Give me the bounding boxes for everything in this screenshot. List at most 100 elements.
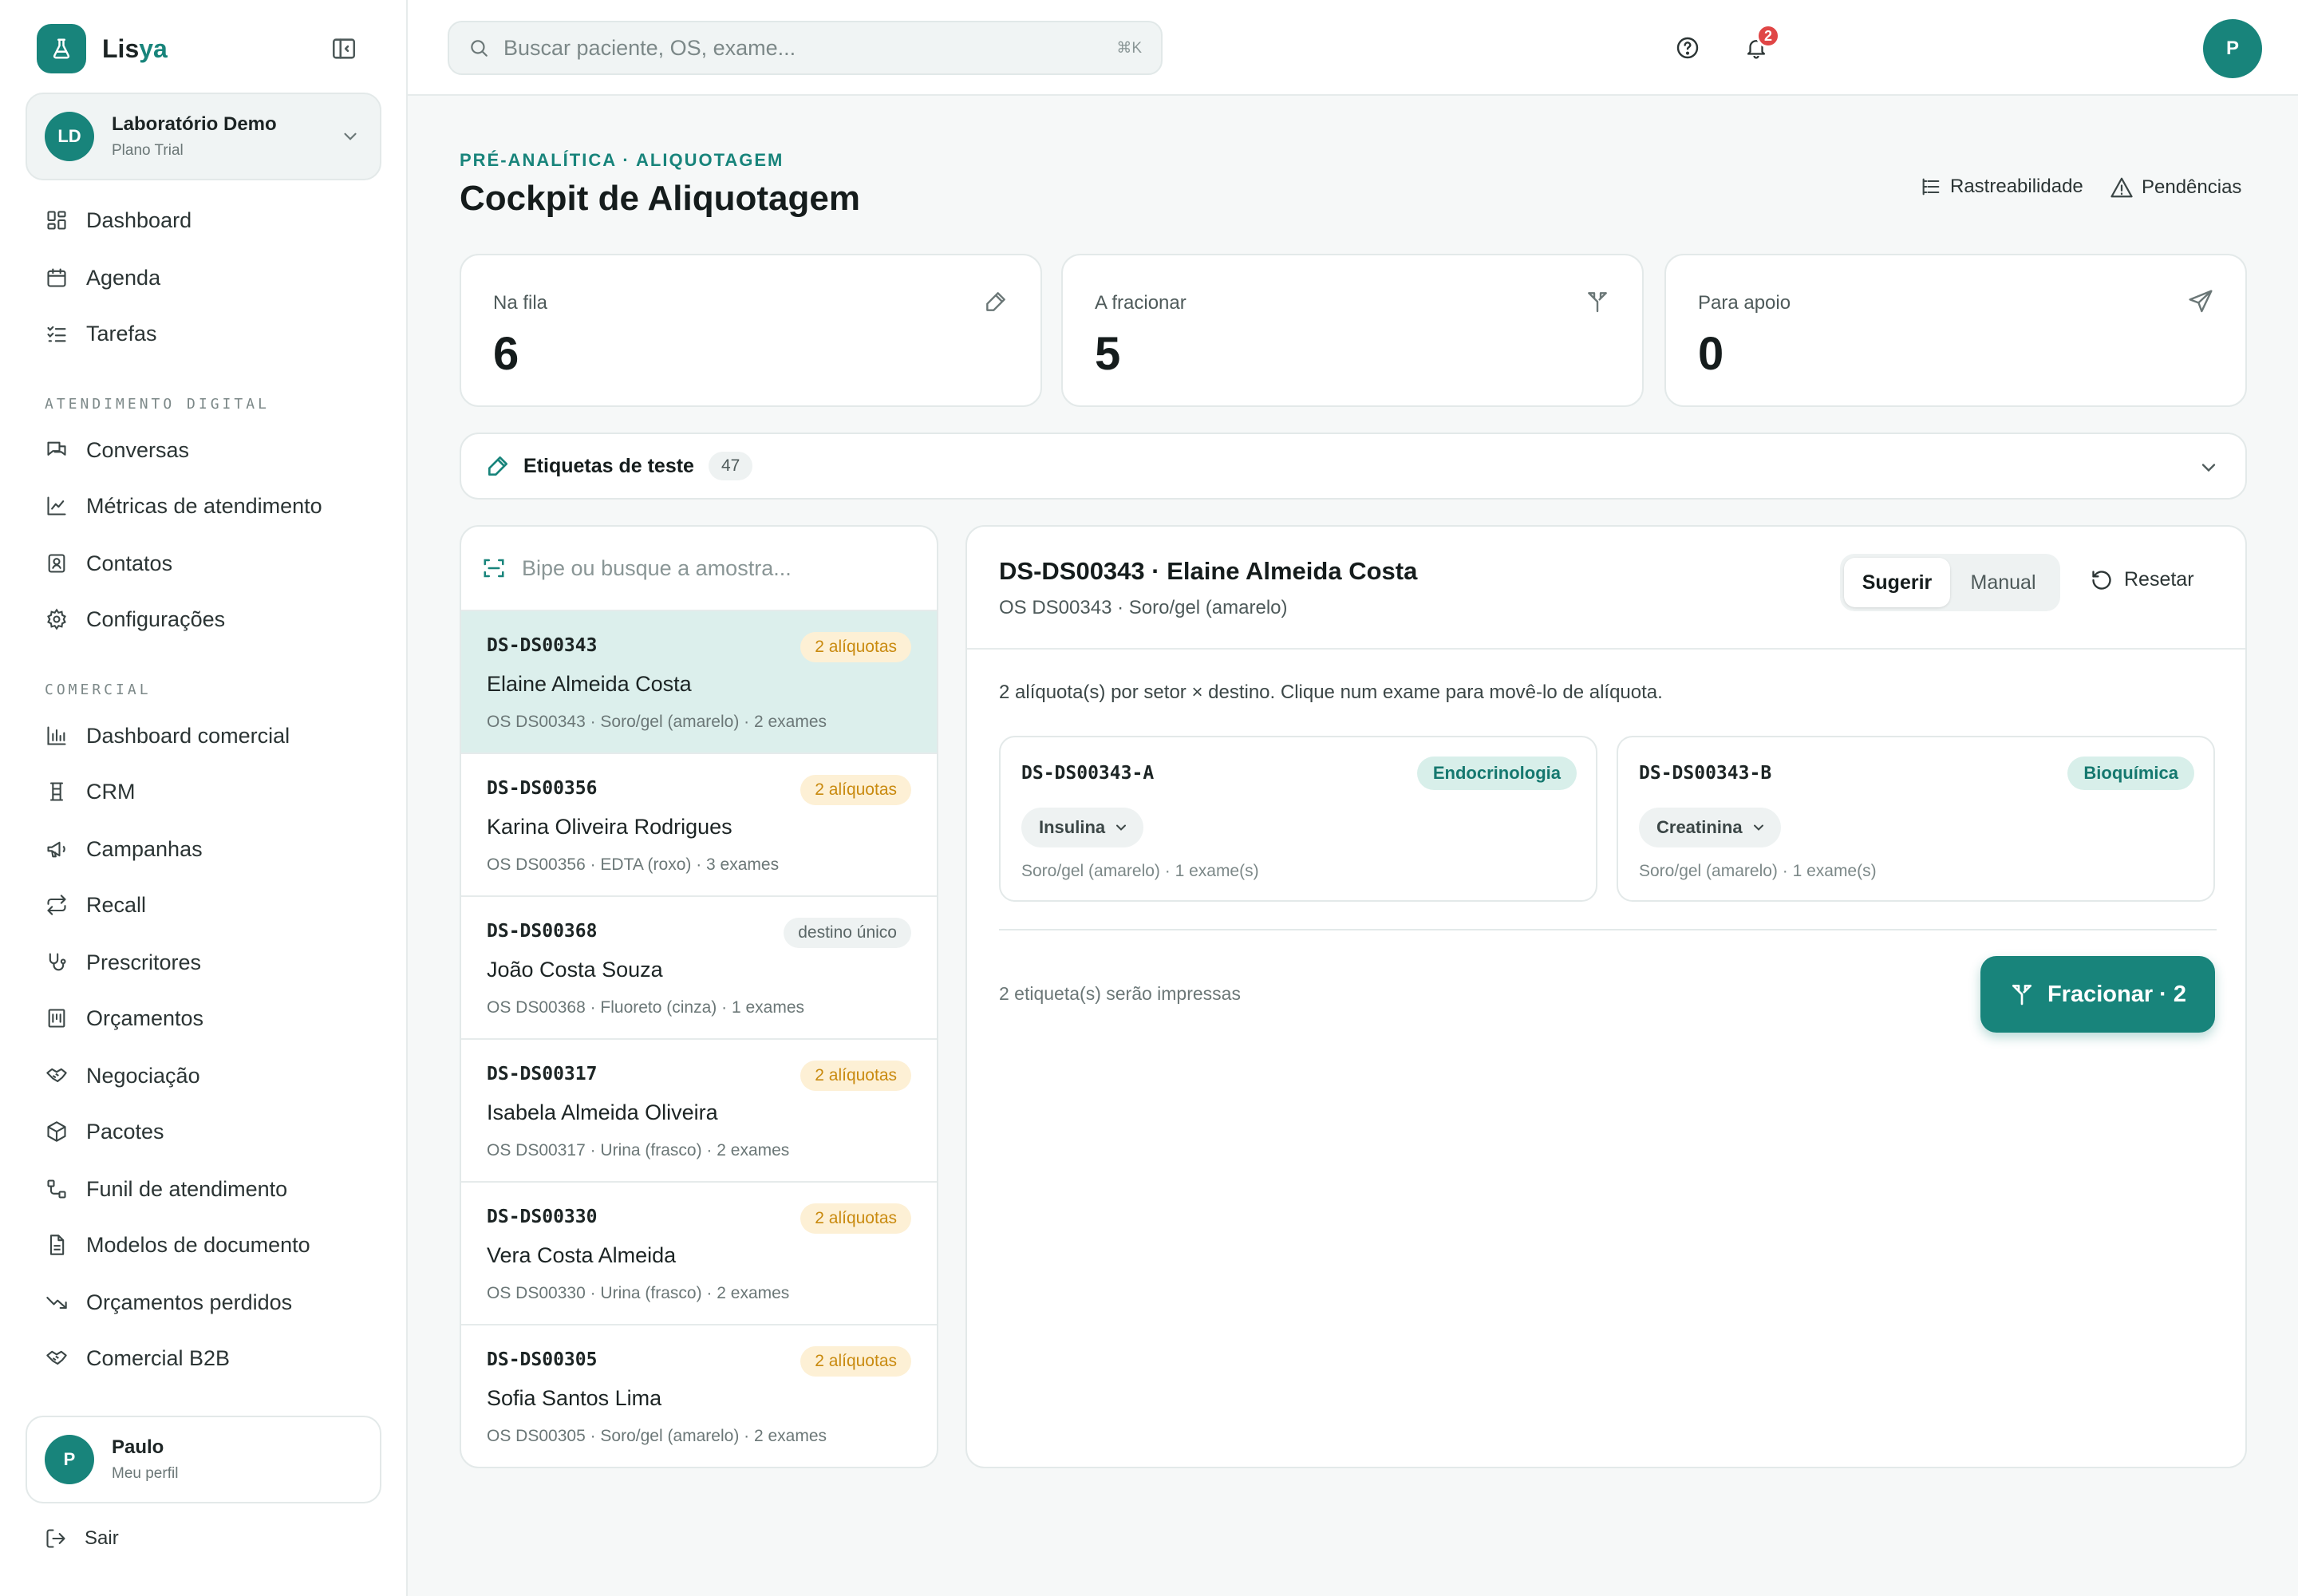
split-button[interactable]: Fracionar · 2 bbox=[1980, 956, 2215, 1033]
aliquot-code: DS-DS00343-A bbox=[1021, 763, 1155, 784]
nav-orcamentos[interactable]: Orçamentos bbox=[45, 1002, 203, 1034]
scan-icon bbox=[482, 556, 506, 580]
patient-name: Elaine Almeida Costa bbox=[487, 672, 692, 696]
collapse-sidebar-icon[interactable] bbox=[330, 35, 359, 64]
nav-section-digital: ATENDIMENTO DIGITAL bbox=[45, 396, 270, 413]
user-profile-card[interactable]: P Paulo Meu perfil bbox=[26, 1416, 381, 1503]
contacts-icon bbox=[45, 551, 69, 575]
aliquot-badge: 2 alíquotas bbox=[800, 1061, 911, 1091]
instruction-text: 2 alíquota(s) por setor × destino. Cliqu… bbox=[999, 681, 1663, 703]
nav-crm[interactable]: CRM bbox=[45, 776, 136, 808]
stat-card-support: Para apoio 0 bbox=[1664, 254, 2247, 407]
stat-value: 6 bbox=[493, 328, 519, 380]
user-name: Paulo bbox=[112, 1436, 164, 1458]
traceability-link[interactable]: Rastreabilidade bbox=[1920, 176, 2083, 198]
sample-list-item[interactable]: DS-DS00368 destino único João Costa Souza O… bbox=[461, 897, 937, 1040]
patient-name: Sofia Santos Lima bbox=[487, 1386, 662, 1410]
breadcrumb: PRÉ-ANALÍTICA · ALIQUOTAGEM bbox=[460, 150, 784, 170]
stat-label: Para apoio bbox=[1698, 292, 1791, 314]
aliquot-code: DS-DS00343-B bbox=[1639, 763, 1772, 784]
notification-badge: 2 bbox=[1756, 24, 1780, 48]
nav-agenda[interactable]: Agenda bbox=[45, 262, 160, 294]
sample-list-item[interactable]: DS-DS00317 2 alíquotas Isabela Almeida Oli… bbox=[461, 1040, 937, 1183]
nav-modelos-documento[interactable]: Modelos de documento bbox=[45, 1229, 310, 1261]
detail-header: DS-DS00343 · Elaine Almeida Costa OS DS0… bbox=[967, 527, 2245, 650]
sample-list-item[interactable]: DS-DS00305 2 alíquotas Sofia Santos Lima OS… bbox=[461, 1325, 937, 1467]
handshake-icon bbox=[45, 1346, 69, 1370]
crm-icon bbox=[45, 780, 69, 804]
pending-link[interactable]: Pendências bbox=[2110, 176, 2241, 200]
search-icon bbox=[468, 38, 489, 58]
sidebar: Lisya LD Laboratório Demo Plano Trial Da… bbox=[0, 0, 408, 1596]
nav-negociacao[interactable]: Negociação bbox=[45, 1060, 200, 1092]
test-labels-title: Etiquetas de teste bbox=[523, 454, 694, 477]
trend-down-icon bbox=[45, 1290, 69, 1314]
pipette-icon bbox=[485, 453, 511, 479]
avatar[interactable]: P bbox=[2203, 19, 2262, 78]
mode-suggest-button[interactable]: Sugerir bbox=[1844, 558, 1950, 607]
reset-button[interactable]: Resetar bbox=[2091, 568, 2194, 591]
bar-chart-icon bbox=[45, 724, 69, 748]
search-input[interactable] bbox=[503, 35, 1062, 61]
nav-metricas[interactable]: Métricas de atendimento bbox=[45, 490, 322, 522]
exam-chip[interactable]: Insulina bbox=[1021, 808, 1144, 847]
nav-pacotes[interactable]: Pacotes bbox=[45, 1116, 164, 1148]
nav-recall[interactable]: Recall bbox=[45, 889, 146, 921]
nav-funil[interactable]: Funil de atendimento bbox=[45, 1173, 287, 1205]
nav-campanhas[interactable]: Campanhas bbox=[45, 833, 203, 865]
org-avatar: LD bbox=[45, 112, 94, 161]
avatar: P bbox=[45, 1435, 94, 1484]
mode-manual-button[interactable]: Manual bbox=[1950, 558, 2056, 607]
sample-search[interactable] bbox=[461, 527, 937, 611]
nav-orcamentos-perdidos[interactable]: Orçamentos perdidos bbox=[45, 1286, 292, 1318]
help-icon[interactable] bbox=[1672, 32, 1704, 64]
aliquot-meta: Soro/gel (amarelo) · 1 exame(s) bbox=[1021, 862, 1259, 880]
sample-list-item[interactable]: DS-DS00343 2 alíquotas Elaine Almeida Cost… bbox=[461, 611, 937, 754]
test-labels-accordion[interactable]: Etiquetas de teste 47 bbox=[460, 433, 2247, 500]
package-icon bbox=[45, 1120, 69, 1144]
sample-list: DS-DS00343 2 alíquotas Elaine Almeida Cost… bbox=[461, 611, 937, 1467]
sample-search-input[interactable] bbox=[522, 555, 905, 581]
aliquot-badge: 2 alíquotas bbox=[800, 1346, 911, 1377]
patient-name: Vera Costa Almeida bbox=[487, 1243, 677, 1267]
test-labels-count: 47 bbox=[708, 452, 753, 480]
send-icon bbox=[2188, 289, 2213, 314]
aliquot-badge: 2 alíquotas bbox=[800, 632, 911, 662]
nav-conversas[interactable]: Conversas bbox=[45, 434, 189, 466]
repeat-icon bbox=[45, 893, 69, 917]
chat-icon bbox=[45, 438, 69, 462]
sample-queue: DS-DS003432 alíquotasElaine Almeida Cost… bbox=[460, 525, 938, 1468]
notifications-button[interactable]: 2 bbox=[1740, 24, 1780, 64]
nav-contatos[interactable]: Contatos bbox=[45, 547, 172, 579]
org-name: Laboratório Demo bbox=[112, 113, 277, 135]
user-profile-link: Meu perfil bbox=[112, 1465, 179, 1482]
stat-card-queue: Na fila 6 bbox=[460, 254, 1042, 407]
global-search[interactable]: ⌘K bbox=[448, 21, 1163, 75]
tasks-icon bbox=[45, 322, 69, 346]
handshake-icon bbox=[45, 1064, 69, 1088]
patient-name: Isabela Almeida Oliveira bbox=[487, 1100, 718, 1124]
exam-chip[interactable]: Creatinina bbox=[1639, 808, 1781, 847]
org-switcher[interactable]: LD Laboratório Demo Plano Trial bbox=[26, 93, 381, 180]
brand-name: Lisya bbox=[102, 34, 168, 63]
detail-subtitle: OS DS00343 · Soro/gel (amarelo) bbox=[999, 597, 1288, 618]
patient-name: Karina Oliveira Rodrigues bbox=[487, 815, 732, 839]
pipette-icon bbox=[983, 289, 1009, 314]
nav-dashboard[interactable]: Dashboard bbox=[45, 204, 192, 236]
logout-button[interactable]: Sair bbox=[45, 1527, 119, 1550]
nav-configuracoes[interactable]: Configurações bbox=[45, 603, 225, 635]
sample-meta: OS DS00305 · Soro/gel (amarelo) · 2 exam… bbox=[487, 1427, 827, 1445]
topbar: ⌘K 2 P bbox=[408, 0, 2298, 96]
patient-name: João Costa Souza bbox=[487, 958, 663, 982]
nav-tarefas[interactable]: Tarefas bbox=[45, 318, 157, 350]
chevron-down-icon bbox=[2197, 456, 2220, 479]
sample-list-item[interactable]: DS-DS00330 2 alíquotas Vera Costa Almeida O… bbox=[461, 1183, 937, 1325]
sample-list-item[interactable]: DS-DS00356 2 alíquotas Karina Oliveira Rod… bbox=[461, 754, 937, 897]
nav-comercial-b2b[interactable]: Comercial B2B bbox=[45, 1342, 230, 1374]
sample-meta: OS DS00356 · EDTA (roxo) · 3 exames bbox=[487, 855, 780, 874]
aliquot-card: DS-DS00343-A Endocrinologia Insulina Sor… bbox=[999, 736, 1597, 902]
brand[interactable]: Lisya bbox=[37, 24, 168, 73]
stat-value: 5 bbox=[1095, 328, 1121, 380]
nav-dashboard-comercial[interactable]: Dashboard comercial bbox=[45, 720, 290, 752]
nav-prescritores[interactable]: Prescritores bbox=[45, 946, 201, 978]
